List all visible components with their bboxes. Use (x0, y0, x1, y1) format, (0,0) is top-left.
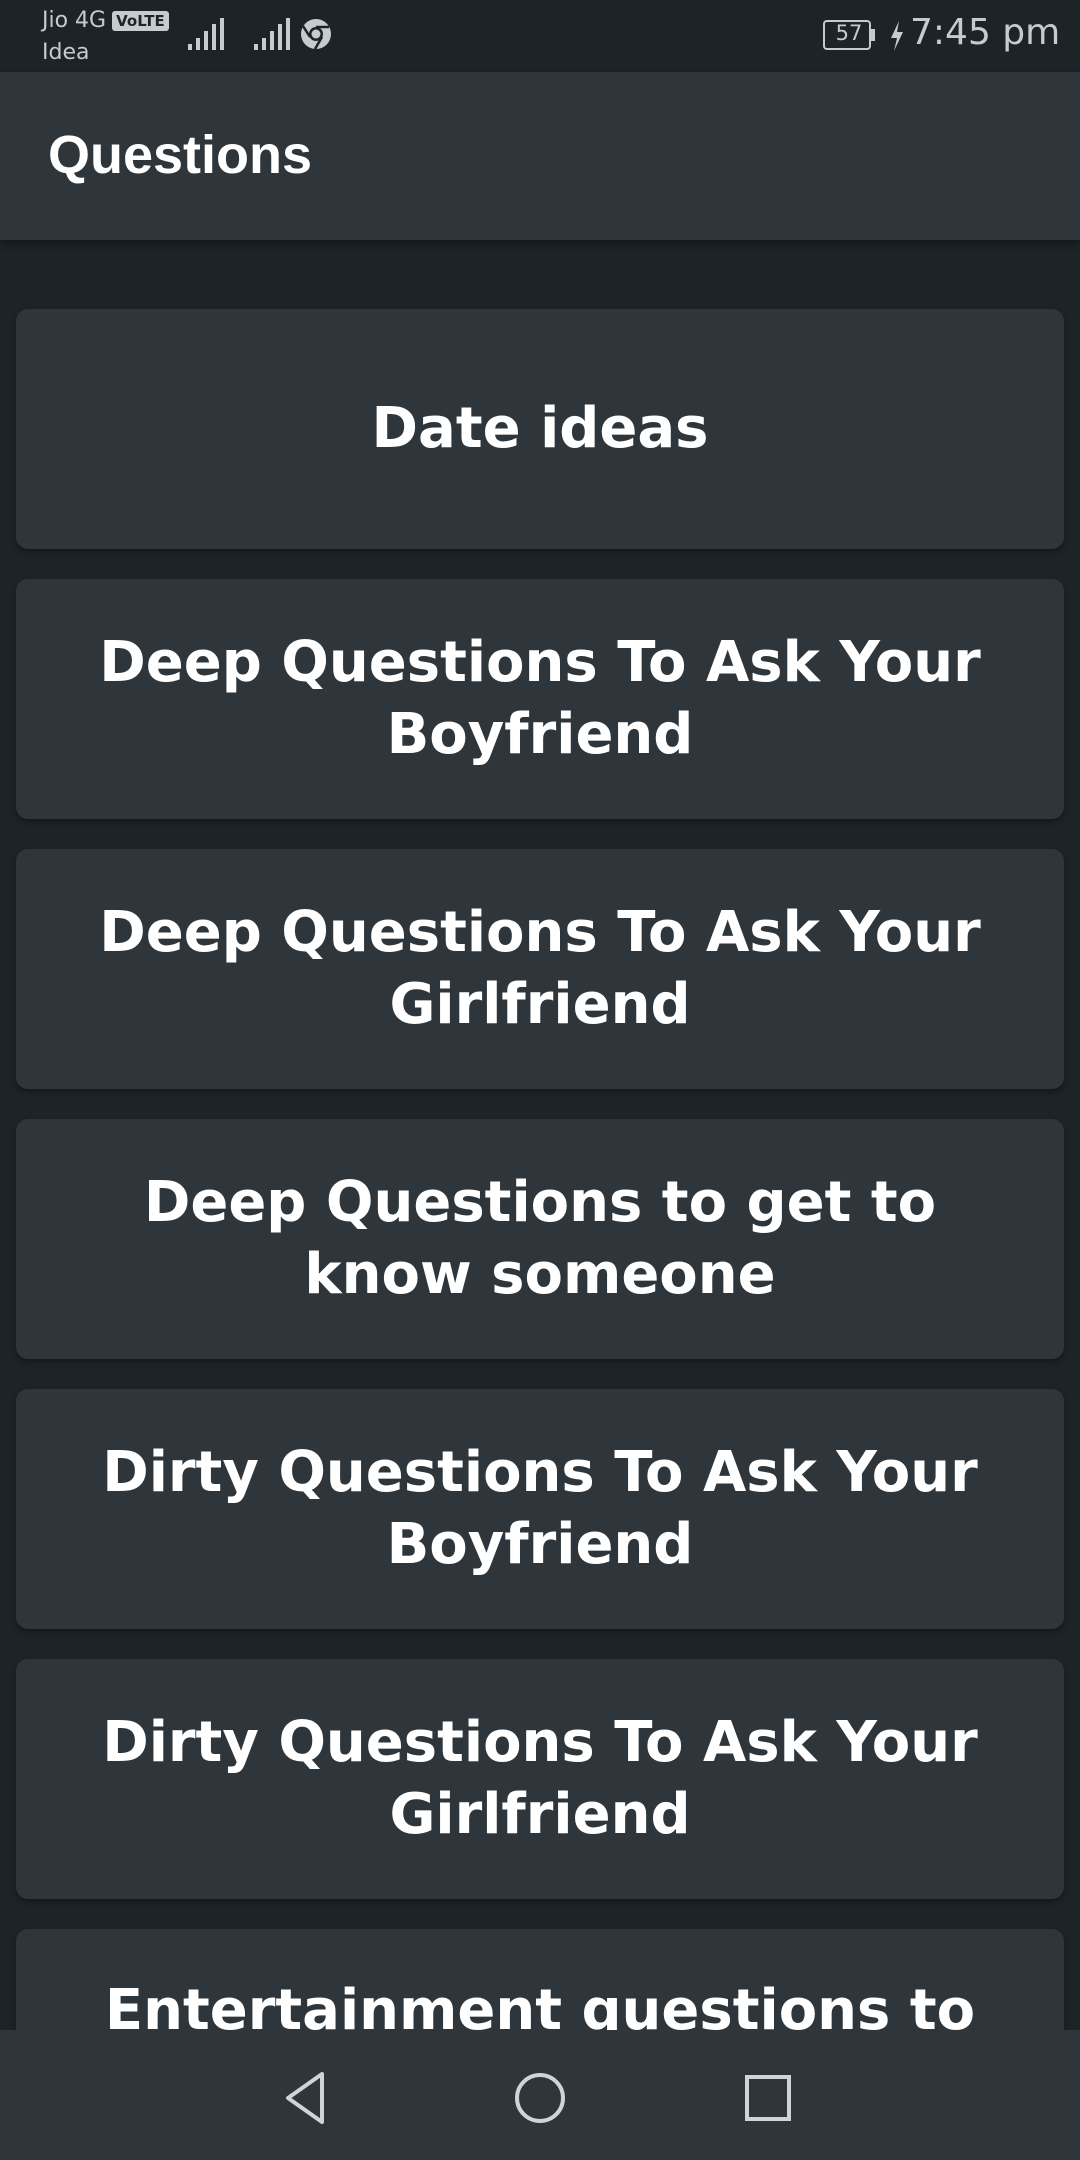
category-list[interactable]: Date ideas Deep Questions To Ask Your Bo… (0, 240, 1080, 2030)
list-item-label: Deep Questions To Ask Your Boyfriend (99, 630, 981, 767)
battery-level: 57 (835, 21, 863, 45)
list-item-dirty-boyfriend[interactable]: Dirty Questions To Ask Your Boyfriend (16, 1389, 1064, 1629)
navigation-bar (0, 2030, 1080, 2160)
charging-icon (891, 21, 903, 51)
volte-badge: VoLTE (112, 10, 169, 31)
signal-icon (254, 18, 290, 50)
carrier-secondary: Idea (42, 40, 90, 65)
list-item-label: Deep Questions To Ask Your Girlfriend (99, 900, 981, 1037)
app-bar: Questions (0, 72, 1080, 240)
list-item-deep-know-someone[interactable]: Deep Questions to get to know someone (16, 1119, 1064, 1359)
list-item-label: Deep Questions to get to know someone (143, 1170, 937, 1307)
list-item-deep-girlfriend[interactable]: Deep Questions To Ask Your Girlfriend (16, 849, 1064, 1089)
list-item-label: Dirty Questions To Ask Your Boyfriend (102, 1440, 978, 1577)
page-title: Questions (48, 125, 313, 185)
list-item-label: Dirty Questions To Ask Your Girlfriend (102, 1710, 978, 1847)
list-item-date-ideas[interactable]: Date ideas (16, 309, 1064, 549)
signal-icon (188, 18, 224, 50)
status-bar: Jio 4G VoLTE Idea 57 7:45 pm (0, 0, 1080, 72)
back-icon[interactable] (272, 2062, 344, 2134)
carrier-primary-label: Jio 4G (42, 8, 107, 33)
clock: 7:45 pm (910, 12, 1061, 53)
list-item-dirty-girlfriend[interactable]: Dirty Questions To Ask Your Girlfriend (16, 1659, 1064, 1899)
home-icon[interactable] (504, 2062, 576, 2134)
list-item-label: Entertainment questions to ask (104, 1978, 976, 2030)
list-item-entertainment[interactable]: Entertainment questions to ask (16, 1929, 1064, 2030)
chrome-icon (301, 19, 331, 50)
recents-icon[interactable] (732, 2062, 804, 2134)
list-item-deep-boyfriend[interactable]: Deep Questions To Ask Your Boyfriend (16, 579, 1064, 819)
carrier-primary: Jio 4G VoLTE (42, 8, 169, 33)
list-item-label: Date ideas (371, 396, 709, 461)
